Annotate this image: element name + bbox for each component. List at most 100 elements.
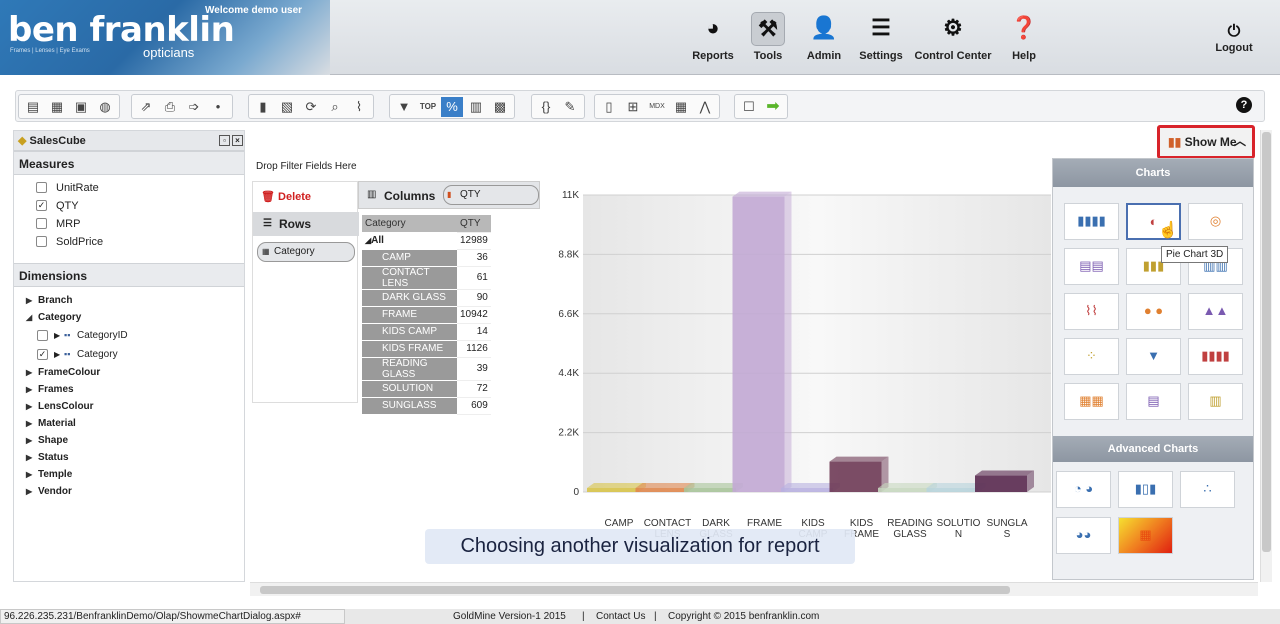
nav-reports[interactable]: ◕ Reports [683, 12, 743, 62]
go-arrow-icon[interactable]: ➡ [762, 97, 784, 117]
pie-grid-thumb[interactable]: ◕◕ [1056, 517, 1111, 554]
measure-unitrate[interactable]: UnitRate [14, 179, 244, 197]
mrp-checkbox[interactable] [36, 218, 47, 229]
maximize-icon[interactable]: ▫ [219, 135, 230, 146]
close-icon[interactable]: × [232, 135, 243, 146]
expand-icon[interactable]: ▶ [26, 449, 32, 466]
dimension-categoryid[interactable]: ▶ ▪▪ CategoryID [14, 326, 244, 345]
category-checkbox[interactable]: ✓ [37, 349, 48, 360]
row-label[interactable]: CONTACT LENS [362, 266, 457, 290]
nav-settings[interactable]: ☰ Settings [851, 12, 911, 62]
expand-icon[interactable]: ▶ [26, 432, 32, 449]
trend-icon[interactable]: ⋀ [694, 97, 716, 117]
row-label-all[interactable]: ◢All [362, 232, 457, 250]
bar-kids-frame[interactable] [829, 456, 889, 492]
row-label[interactable]: FRAME [362, 306, 457, 324]
horizontal-scrollbar[interactable] [250, 582, 1258, 596]
info-icon[interactable]: • [207, 97, 229, 117]
print-icon[interactable]: ⎙ [159, 97, 181, 117]
bar-body[interactable] [975, 475, 1027, 492]
stacked-bar-thumb[interactable]: ▤▤ [1064, 248, 1119, 285]
expand-icon[interactable]: ▶ [26, 483, 32, 500]
show-me-button[interactable]: ▮▮ Show Me ︿ [1157, 125, 1255, 159]
refresh-icon[interactable]: ⟳ [300, 97, 322, 117]
color-grid-icon[interactable]: ▩ [489, 97, 511, 117]
filter-icon[interactable]: ▼ [393, 97, 415, 117]
expand-icon[interactable]: ▶ [26, 364, 32, 381]
dimension-category-level[interactable]: ✓ ▶ ▪▪ Category [14, 345, 244, 364]
bar-frame[interactable] [732, 191, 792, 493]
scatter-chart-thumb[interactable]: ⁘ [1064, 338, 1119, 375]
expand-icon[interactable]: ▶ [26, 415, 32, 432]
bubble-map-thumb[interactable]: ∴ [1180, 471, 1235, 508]
delete-button[interactable]: 🗑 Delete [261, 190, 311, 203]
top-icon[interactable]: TOP [417, 97, 439, 117]
nav-admin[interactable]: 👤 Admin [794, 12, 854, 62]
dimension-material[interactable]: ▶ Material [14, 415, 244, 432]
help-circle-icon[interactable]: ? [1236, 97, 1252, 113]
dimension-shape[interactable]: ▶ Shape [14, 432, 244, 449]
edit-icon[interactable]: ✎ [559, 97, 581, 117]
toggle-checkbox-icon[interactable]: ☐ [738, 97, 760, 117]
scrollbar-thumb[interactable] [1262, 132, 1271, 552]
grid-table-thumb[interactable]: ▦▦ [1064, 383, 1119, 420]
row-label[interactable]: SUNGLASS [362, 397, 457, 415]
gradient-table-thumb[interactable]: ▥ [1188, 383, 1243, 420]
heat-bar-thumb[interactable]: ▤ [1126, 383, 1181, 420]
row-label[interactable]: DARK GLASS [362, 289, 457, 307]
mdx-icon[interactable]: MDX [646, 97, 668, 117]
dimension-vendor[interactable]: ▶ Vendor [14, 483, 244, 500]
qty-checkbox[interactable]: ✓ [36, 200, 47, 211]
export-icon[interactable]: ⇗ [135, 97, 157, 117]
measure-qty[interactable]: ✓ QTY [14, 197, 244, 215]
tree-icon[interactable]: ⊞ [622, 97, 644, 117]
line-chart-thumb[interactable]: ⌇⌇ [1064, 293, 1119, 330]
dimension-status[interactable]: ▶ Status [14, 449, 244, 466]
row-label[interactable]: READING GLASS [362, 357, 457, 381]
zoom-icon[interactable]: ⌕ [324, 97, 346, 117]
bar-body[interactable] [926, 488, 979, 492]
row-label[interactable]: KIDS FRAME [362, 340, 457, 358]
drop-filter-zone[interactable]: Drop Filter Fields Here [256, 161, 357, 172]
row-label[interactable]: CAMP [362, 249, 457, 267]
row-label[interactable]: KIDS CAMP [362, 323, 457, 341]
open-report-icon[interactable]: ▦ [46, 97, 68, 117]
save-icon[interactable]: ▣ [70, 97, 92, 117]
dimension-lenscolour[interactable]: ▶ LensColour [14, 398, 244, 415]
layout-icon[interactable]: ▧ [276, 97, 298, 117]
nav-help[interactable]: ❓ Help [994, 12, 1054, 62]
expand-icon[interactable]: ▶ [26, 292, 32, 309]
measure-soldprice[interactable]: SoldPrice [14, 233, 244, 251]
unitrate-checkbox[interactable] [36, 182, 47, 193]
expand-icon[interactable]: ▶ [26, 381, 32, 398]
bar-body[interactable] [635, 488, 688, 492]
dimension-category[interactable]: ◢ Category [14, 309, 244, 326]
dimension-temple[interactable]: ▶ Temple [14, 466, 244, 483]
soldprice-checkbox[interactable] [36, 236, 47, 247]
table-icon[interactable]: ▦ [670, 97, 692, 117]
funnel-chart-thumb[interactable]: ▼ [1126, 338, 1181, 375]
globe-icon[interactable]: ◍ [94, 97, 116, 117]
column-field-pill[interactable]: ▮ QTY [443, 185, 539, 205]
bar-body[interactable] [781, 488, 833, 492]
bar-body[interactable] [829, 461, 882, 492]
send-icon[interactable]: ➩ [183, 97, 205, 117]
mixed-bar-thumb[interactable]: ▮▯▮ [1118, 471, 1173, 508]
line-chart-icon[interactable]: ⌇ [348, 97, 370, 117]
bar-body[interactable] [684, 488, 736, 492]
new-report-icon[interactable]: ▤ [22, 97, 44, 117]
scrollbar-thumb[interactable] [260, 586, 1010, 594]
bar-body[interactable] [878, 488, 930, 492]
bar-chart-icon[interactable]: ▮ [252, 97, 274, 117]
expand-icon[interactable]: ▶ [26, 398, 32, 415]
bar-body[interactable] [732, 196, 785, 493]
categoryid-checkbox[interactable] [37, 330, 48, 341]
bubble-chart-thumb[interactable]: ● ● [1126, 293, 1181, 330]
dimension-framecolour[interactable]: ▶ FrameColour [14, 364, 244, 381]
donut-chart-thumb[interactable]: ◎ [1188, 203, 1243, 240]
nav-control-center[interactable]: ⚙ Control Center [913, 12, 993, 62]
percent-icon[interactable]: % [441, 96, 463, 117]
code-icon[interactable]: {} [535, 97, 557, 117]
expand-icon[interactable]: ▶ [54, 345, 60, 364]
bar-body[interactable] [587, 488, 639, 492]
